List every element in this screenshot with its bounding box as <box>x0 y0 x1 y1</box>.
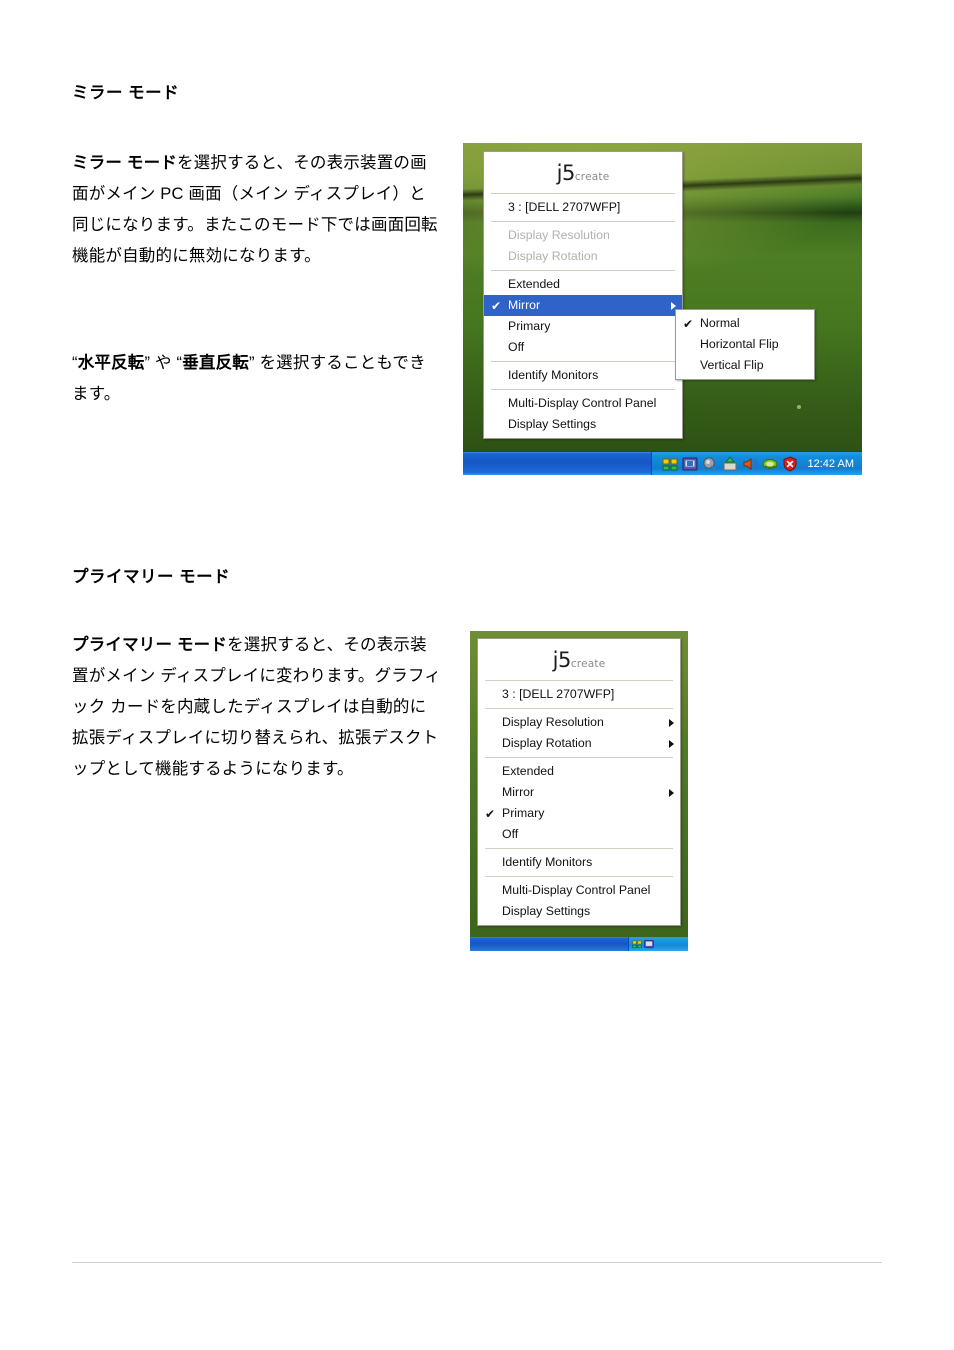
term-vertical-flip-jp: 垂直反転 <box>182 354 249 372</box>
paragraph-body: を選択すると、その表示装置がメイン ディスプレイに変わります。グラフィック カー… <box>72 636 442 778</box>
submenu-item-horizontal-flip[interactable]: Horizontal Flip <box>676 334 814 355</box>
menu-item-off[interactable]: Off <box>484 337 682 358</box>
menu-item-display-resolution: Display Resolution <box>484 225 682 246</box>
menu-item-multi-display-control-panel[interactable]: Multi-Display Control Panel <box>478 880 680 901</box>
menu-item-label: Extended <box>508 277 560 291</box>
checkmark-icon: ✔ <box>491 298 502 313</box>
j5create-logo: j5create <box>484 152 682 193</box>
menu-item-label: Display Settings <box>502 904 591 918</box>
submenu-item-vertical-flip[interactable]: Vertical Flip <box>676 355 814 376</box>
term-horizontal-flip-jp: 水平反転 <box>77 354 145 372</box>
logo-mark: j5 <box>552 648 572 672</box>
submenu-item-label: Vertical Flip <box>700 358 764 372</box>
screenshot-primary-mode: j5create 3 : [DELL 2707WFP] Display Reso… <box>470 631 688 951</box>
taskbar-clock[interactable]: 12:42 AM <box>802 458 854 470</box>
menu-item-label: Primary <box>508 319 551 333</box>
menu-item-label: Display Rotation <box>508 249 598 263</box>
submenu-item-label: Horizontal Flip <box>700 337 779 351</box>
menu-item-mirror[interactable]: ✔ Mirror <box>484 295 682 316</box>
menu-item-identify-monitors[interactable]: Identify Monitors <box>484 365 682 386</box>
checkmark-icon: ✔ <box>683 316 694 331</box>
menu-item-label: Identify Monitors <box>508 368 599 382</box>
paragraph-bold-lead: プライマリー モード <box>72 636 228 654</box>
windows-taskbar[interactable]: 12:42 AM <box>463 451 862 475</box>
network-icon[interactable] <box>632 939 642 949</box>
menu-item-device-label: 3 : [DELL 2707WFP] <box>508 200 621 214</box>
menu-item-off[interactable]: Off <box>478 824 680 845</box>
wallpaper-speck <box>797 405 801 409</box>
menu-item-display-resolution[interactable]: Display Resolution <box>478 712 680 733</box>
paragraph-flip-options: “水平反転” や “垂直反転” を選択することもできます。 <box>72 348 442 410</box>
paragraph-bold-lead: ミラー モード <box>72 154 177 172</box>
system-tray[interactable] <box>628 937 688 951</box>
submenu-arrow-icon <box>669 739 674 748</box>
speaker-icon[interactable] <box>742 456 758 472</box>
volume-mute-icon[interactable] <box>702 456 718 472</box>
menu-group-identify: Identify Monitors <box>478 849 680 876</box>
j5create-context-menu[interactable]: j5create 3 : [DELL 2707WFP] Display Reso… <box>477 638 681 926</box>
menu-item-label: Multi-Display Control Panel <box>502 883 651 897</box>
menu-item-extended[interactable]: Extended <box>484 274 682 295</box>
menu-item-label: Mirror <box>508 298 541 312</box>
menu-item-display-rotation[interactable]: Display Rotation <box>478 733 680 754</box>
menu-item-label: Off <box>502 827 519 841</box>
menu-item-display-settings[interactable]: Display Settings <box>484 414 682 435</box>
menu-item-label: Display Resolution <box>502 715 604 729</box>
j5create-logo: j5create <box>478 639 680 680</box>
menu-group-identify: Identify Monitors <box>484 362 682 389</box>
menu-item-display-rotation: Display Rotation <box>484 246 682 267</box>
menu-item-label: Off <box>508 340 525 354</box>
submenu-item-label: Normal <box>700 316 740 330</box>
menu-group-panels: Multi-Display Control Panel Display Sett… <box>478 877 680 925</box>
logo-wordmark: create <box>574 171 610 183</box>
menu-group-modes: Extended ✔ Mirror Primary Off <box>484 271 682 361</box>
menu-group-display-settings: Display Resolution Display Rotation <box>484 222 682 270</box>
menu-item-label: Display Rotation <box>502 736 592 750</box>
submenu-arrow-icon <box>669 718 674 727</box>
menu-item-extended[interactable]: Extended <box>478 761 680 782</box>
screenshot-mirror-mode: j5create 3 : [DELL 2707WFP] Display Reso… <box>463 143 862 475</box>
paragraph-primary-description: プライマリー モードを選択すると、その表示装置がメイン ディスプレイに変わります… <box>72 630 442 785</box>
paragraph-mirror-description: ミラー モードを選択すると、その表示装置の画面がメイン PC 画面（メイン ディ… <box>72 148 442 272</box>
menu-item-identify-monitors[interactable]: Identify Monitors <box>478 852 680 873</box>
menu-item-label: Mirror <box>502 785 535 799</box>
section-heading-mirror-mode: ミラー モード <box>72 84 180 102</box>
submenu-item-normal[interactable]: ✔ Normal <box>676 313 814 334</box>
section-heading-primary-mode: プライマリー モード <box>72 568 231 586</box>
menu-item-display-settings[interactable]: Display Settings <box>478 901 680 922</box>
mirror-submenu[interactable]: ✔ Normal Horizontal Flip Vertical Flip <box>675 309 815 380</box>
display-icon[interactable] <box>644 939 654 949</box>
quote-middle: ” や “ <box>144 354 183 372</box>
display-icon[interactable] <box>682 456 698 472</box>
j5create-context-menu[interactable]: j5create 3 : [DELL 2707WFP] Display Reso… <box>483 151 683 439</box>
menu-item-device-label: 3 : [DELL 2707WFP] <box>502 687 615 701</box>
menu-item-multi-display-control-panel[interactable]: Multi-Display Control Panel <box>484 393 682 414</box>
menu-item-mirror[interactable]: Mirror <box>478 782 680 803</box>
update-icon[interactable] <box>722 455 738 472</box>
menu-item-label: Identify Monitors <box>502 855 593 869</box>
logo-wordmark: create <box>570 658 606 670</box>
network-icon[interactable] <box>662 456 678 472</box>
menu-item-label: Primary <box>502 806 545 820</box>
menu-group-device: 3 : [DELL 2707WFP] <box>478 681 680 708</box>
logo-mark: j5 <box>556 161 576 185</box>
menu-item-primary[interactable]: Primary <box>484 316 682 337</box>
menu-group-modes: Extended Mirror ✔ Primary Off <box>478 758 680 848</box>
submenu-arrow-icon <box>669 788 674 797</box>
security-alert-icon[interactable] <box>782 455 798 472</box>
menu-group-display-settings: Display Resolution Display Rotation <box>478 709 680 757</box>
page-footer-divider <box>72 1262 882 1263</box>
menu-item-label: Display Settings <box>508 417 597 431</box>
menu-group-device: 3 : [DELL 2707WFP] <box>484 194 682 221</box>
checkmark-icon: ✔ <box>485 806 496 821</box>
menu-group-panels: Multi-Display Control Panel Display Sett… <box>484 390 682 438</box>
nvidia-icon[interactable] <box>762 456 778 472</box>
menu-item-primary[interactable]: ✔ Primary <box>478 803 680 824</box>
system-tray[interactable]: 12:42 AM <box>650 451 862 475</box>
menu-item-label: Display Resolution <box>508 228 610 242</box>
menu-item-label: Extended <box>502 764 554 778</box>
menu-item-label: Multi-Display Control Panel <box>508 396 657 410</box>
